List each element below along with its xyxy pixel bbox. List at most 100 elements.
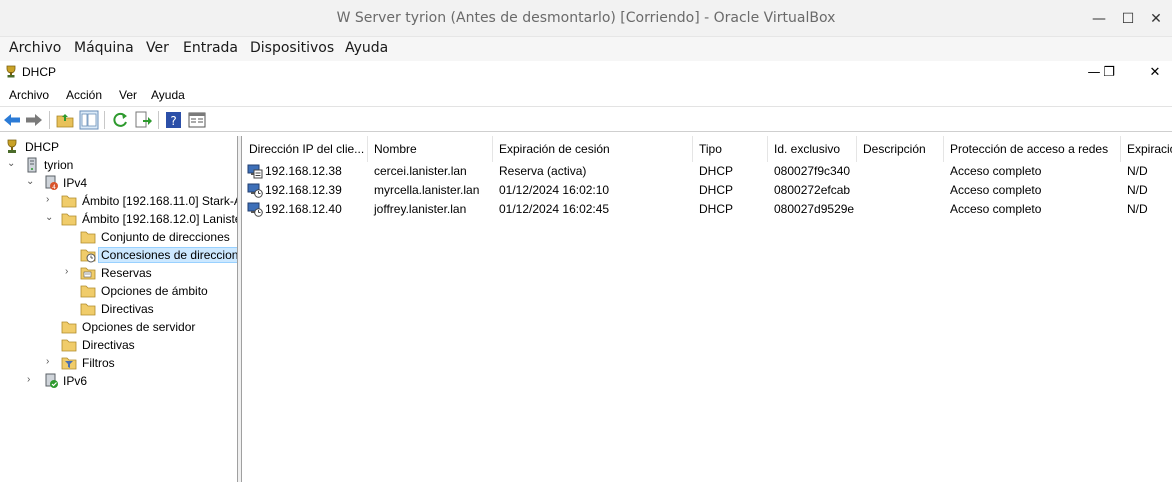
leases-list: Dirección IP del clie... Nombre Expiraci…: [243, 136, 1172, 482]
tree-item-label: Ámbito [192.168.11.0] Stark-A: [82, 194, 238, 208]
maximize-button[interactable]: ☐: [1117, 8, 1139, 30]
cell-probation-expiration: N/D: [1127, 202, 1148, 216]
tree-item-scope-options[interactable]: Opciones de ámbito: [0, 282, 237, 300]
collapse-chevron-icon[interactable]: ⌄: [26, 176, 36, 190]
expand-chevron-icon[interactable]: ›: [46, 356, 56, 370]
dhcp-toolbar: ?: [0, 106, 1172, 132]
dhcp-menu-ver[interactable]: Ver: [119, 88, 137, 102]
dhcp-trophy-icon: [6, 65, 16, 78]
up-folder-icon[interactable]: [55, 110, 75, 130]
table-row[interactable]: 192.168.12.39 myrcella.lanister.lan 01/1…: [243, 181, 1172, 200]
back-arrow-icon[interactable]: [2, 110, 22, 130]
tree-item-dhcp[interactable]: DHCP: [0, 138, 237, 156]
menu-maquina[interactable]: Máquina: [74, 40, 134, 56]
toolbar-separator: [104, 111, 105, 129]
cell-type: DHCP: [699, 183, 734, 197]
cell-lease-expiration: Reserva (activa): [499, 164, 587, 178]
column-header-ip[interactable]: Dirección IP del clie...: [243, 136, 368, 162]
tree-item-server-options[interactable]: Opciones de servidor: [0, 318, 237, 336]
pane-splitter[interactable]: [238, 136, 242, 482]
reservation-lease-icon: [247, 164, 263, 179]
properties-pane-icon[interactable]: [187, 110, 207, 130]
folder-clock-icon: [80, 249, 96, 263]
filter-icon: [61, 357, 77, 370]
tree-item-label: Reservas: [101, 266, 152, 280]
tree-item-ipv6[interactable]: › IPv6: [0, 372, 237, 390]
cell-unique-id: 080027f9c340: [774, 164, 851, 178]
cell-type: DHCP: [699, 164, 734, 178]
tree-item-server-policies[interactable]: Directivas: [0, 336, 237, 354]
cell-name: myrcella.lanister.lan: [374, 183, 480, 197]
cell-nap: Acceso completo: [950, 202, 1042, 216]
dhcp-menu-accion[interactable]: Acción: [66, 88, 102, 102]
cell-ip: 192.168.12.40: [265, 202, 342, 216]
column-header-type[interactable]: Tipo: [693, 136, 768, 162]
svg-text:?: ?: [170, 114, 176, 128]
menu-dispositivos[interactable]: Dispositivos: [250, 40, 334, 56]
show-hide-console-tree-icon[interactable]: [79, 110, 99, 130]
dhcp-menu-archivo[interactable]: Archivo: [9, 88, 49, 102]
tree-item-address-pool[interactable]: Conjunto de direcciones: [0, 228, 237, 246]
tree-item-scope-lanister[interactable]: ⌄ Ámbito [192.168.12.0] Laniste: [0, 210, 237, 228]
dhcp-close-button[interactable]: ✕: [1144, 63, 1166, 83]
forward-arrow-icon[interactable]: [24, 110, 44, 130]
tree-item-filters[interactable]: › Filtros: [0, 354, 237, 372]
expand-chevron-icon[interactable]: ›: [46, 194, 56, 208]
virtualbox-menubar: Archivo Máquina Ver Entrada Dispositivos…: [0, 37, 1172, 61]
tree-item-scope-policies[interactable]: Directivas: [0, 300, 237, 318]
folder-icon: [61, 339, 77, 352]
cell-nap: Acceso completo: [950, 164, 1042, 178]
column-header-nap[interactable]: Protección de acceso a redes: [944, 136, 1121, 162]
cell-unique-id: 080027d9529e: [774, 202, 855, 216]
menu-ver[interactable]: Ver: [146, 40, 169, 56]
tree-item-tyrion[interactable]: ⌄ tyrion: [0, 156, 237, 174]
console-tree: DHCP ⌄ tyrion ⌄ 4 IPv4 › Ámbito [192.168…: [0, 136, 238, 482]
dhcp-root-icon: [7, 139, 17, 153]
tree-item-label: IPv6: [63, 374, 88, 388]
cell-ip: 192.168.12.39: [265, 183, 342, 197]
collapse-chevron-icon[interactable]: ⌄: [7, 158, 17, 172]
folder-icon: [80, 303, 96, 316]
cell-name: joffrey.lanister.lan: [374, 202, 467, 216]
cell-probation-expiration: N/D: [1127, 183, 1148, 197]
expand-chevron-icon[interactable]: ›: [65, 266, 75, 280]
column-header-name[interactable]: Nombre: [368, 136, 493, 162]
column-header-description[interactable]: Descripción: [857, 136, 944, 162]
column-header-unique-id[interactable]: Id. exclusivo: [768, 136, 857, 162]
table-row[interactable]: 192.168.12.38 cercei.lanister.lan Reserv…: [243, 162, 1172, 181]
tree-item-label: Opciones de servidor: [82, 320, 196, 334]
folder-icon: [80, 231, 96, 244]
virtualbox-titlebar: W Server tyrion (Antes de desmontarlo) […: [0, 0, 1172, 37]
dhcp-menu-ayuda[interactable]: Ayuda: [151, 88, 185, 102]
table-row[interactable]: 192.168.12.40 joffrey.lanister.lan 01/12…: [243, 200, 1172, 219]
cell-probation-expiration: N/D: [1127, 164, 1148, 178]
close-button[interactable]: ✕: [1145, 8, 1167, 30]
tree-item-ipv4[interactable]: ⌄ 4 IPv4: [0, 174, 237, 192]
cell-lease-expiration: 01/12/2024 16:02:10: [499, 183, 610, 197]
minimize-button[interactable]: —: [1088, 8, 1110, 30]
menu-ayuda[interactable]: Ayuda: [345, 40, 388, 56]
dhcp-restore-button[interactable]: ❐: [1098, 63, 1120, 83]
tree-item-label: Filtros: [82, 356, 115, 370]
tree-item-address-leases[interactable]: Concesiones de direccion: [0, 246, 237, 264]
tree-item-scope-stark[interactable]: › Ámbito [192.168.11.0] Stark-A: [0, 192, 238, 210]
export-list-icon[interactable]: [133, 110, 153, 130]
cell-name: cercei.lanister.lan: [374, 164, 467, 178]
cell-ip: 192.168.12.38: [265, 164, 342, 178]
folder-icon: [80, 285, 96, 298]
tree-item-label: Directivas: [82, 338, 135, 352]
collapse-chevron-icon[interactable]: ⌄: [45, 212, 55, 226]
ipv4-icon: 4: [45, 175, 58, 191]
server-icon: [27, 157, 37, 173]
menu-archivo[interactable]: Archivo: [9, 40, 61, 56]
refresh-icon[interactable]: [110, 110, 130, 130]
expand-chevron-icon[interactable]: ›: [27, 374, 37, 388]
help-icon[interactable]: ?: [164, 110, 184, 130]
column-header-lease-expiration[interactable]: Expiración de cesión: [493, 136, 693, 162]
menu-entrada[interactable]: Entrada: [183, 40, 238, 56]
column-header-probation-expiration[interactable]: Expiració: [1121, 136, 1172, 162]
tree-item-label: Directivas: [101, 302, 154, 316]
client-lease-icon: [247, 202, 263, 217]
tree-item-reservations[interactable]: › Reservas: [0, 264, 237, 282]
tree-item-label: IPv4: [63, 176, 88, 190]
